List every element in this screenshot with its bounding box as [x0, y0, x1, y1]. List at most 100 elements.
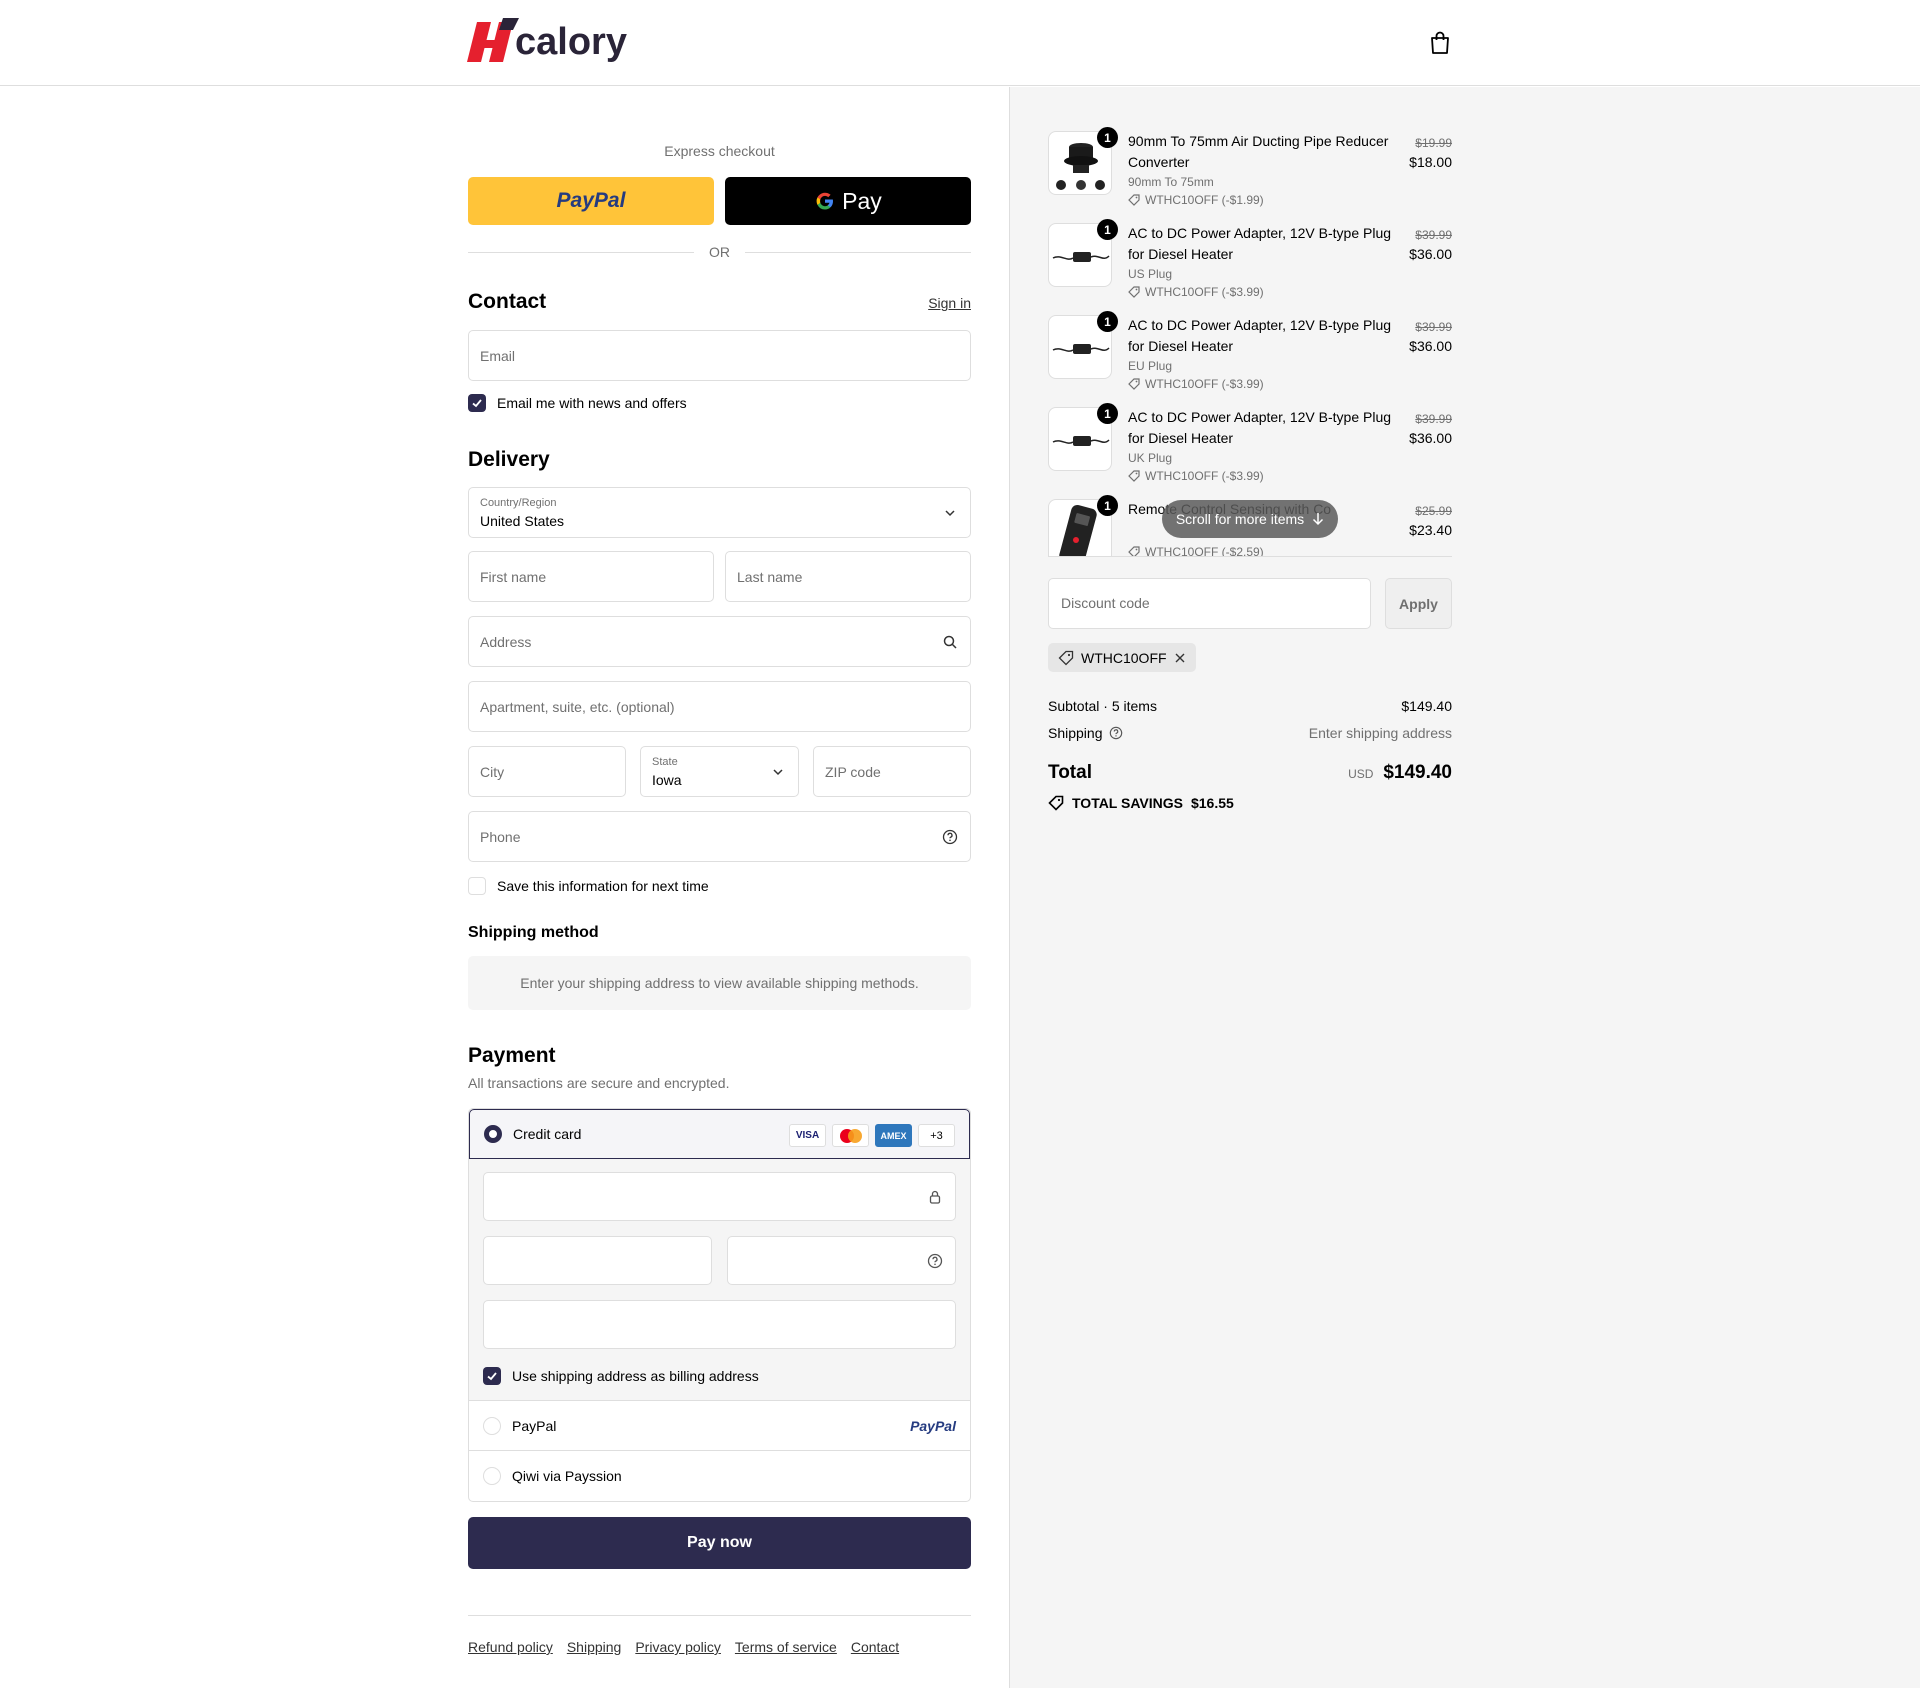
help-circle-icon[interactable] — [942, 829, 958, 845]
news-offers-label: Email me with news and offers — [497, 395, 687, 411]
radio-selected-icon — [484, 1125, 502, 1143]
product-variant: 90mm To 75mm — [1128, 175, 1214, 189]
applied-discount-chip: WTHC10OFF — [1048, 643, 1196, 672]
security-code-field[interactable] — [727, 1236, 956, 1285]
payment-heading: Payment — [468, 1044, 556, 1067]
checkbox-checked-icon — [468, 394, 486, 412]
footer-link-shipping[interactable]: Shipping — [567, 1639, 622, 1655]
brand-logo[interactable]: calory — [467, 18, 627, 66]
savings-value: $16.55 — [1190, 795, 1234, 811]
discounted-price: $23.40 — [1409, 522, 1452, 538]
email-field[interactable]: Email — [468, 330, 971, 381]
shipping-method-note: Enter your shipping address to view avai… — [468, 956, 971, 1010]
line-item: 1 AC to DC Power Adapter, 12V B-type Plu… — [1048, 219, 1452, 311]
product-name: AC to DC Power Adapter, 12V B-type Plug … — [1128, 409, 1392, 446]
scroll-more-button[interactable]: Scroll for more items — [1162, 500, 1338, 538]
address-field[interactable]: Address — [468, 616, 971, 667]
google-pay-label: Pay — [842, 187, 882, 214]
state-label: State — [652, 756, 678, 768]
chevron-down-icon — [773, 768, 783, 775]
chevron-down-icon — [945, 509, 955, 516]
original-price: $25.99 — [1415, 504, 1452, 518]
credit-card-option[interactable]: Credit card VISA AMEX +3 — [469, 1109, 970, 1159]
help-circle-icon[interactable] — [927, 1253, 943, 1269]
paypal-express-button[interactable]: PayPal — [468, 177, 714, 225]
tag-icon — [1058, 650, 1074, 665]
total-savings: TOTAL SAVINGS $16.55 — [1048, 795, 1234, 811]
apartment-field[interactable]: Apartment, suite, etc. (optional) — [468, 681, 971, 732]
news-offers-checkbox[interactable]: Email me with news and offers — [468, 394, 687, 412]
original-price: $39.99 — [1415, 412, 1452, 426]
country-label: Country/Region — [480, 497, 557, 509]
cart-button[interactable] — [1428, 30, 1452, 56]
shipping-row: Shipping Enter shipping address — [1048, 725, 1452, 741]
close-icon[interactable] — [1174, 652, 1186, 664]
product-discount: WTHC10OFF (-$2.59) — [1128, 545, 1264, 556]
product-variant: UK Plug — [1128, 451, 1173, 465]
shopping-bag-icon — [1431, 31, 1449, 54]
google-g-icon — [816, 192, 834, 210]
footer-link-refund-policy[interactable]: Refund policy — [468, 1639, 553, 1655]
express-checkout-label: Express checkout — [664, 143, 775, 159]
city-field[interactable]: City — [468, 746, 626, 797]
state-value: Iowa — [652, 772, 682, 788]
footer-links: Refund policy Shipping Privacy policy Te… — [468, 1639, 899, 1655]
product-discount: WTHC10OFF (-$3.99) — [1128, 469, 1264, 483]
line-items-list[interactable]: 1 90mm To 75mm Air Ducting Pipe Reducer … — [1048, 127, 1452, 557]
qiwi-option-label: Qiwi via Payssion — [512, 1468, 622, 1484]
zip-field[interactable]: ZIP code — [813, 746, 971, 797]
discounted-price: $36.00 — [1409, 430, 1452, 446]
radio-unselected-icon — [483, 1467, 501, 1485]
tag-icon — [1128, 378, 1140, 390]
payment-methods: Credit card VISA AMEX +3 Use shipping ad… — [468, 1108, 971, 1502]
footer-link-privacy-policy[interactable]: Privacy policy — [635, 1639, 721, 1655]
search-icon — [943, 635, 957, 649]
pay-now-button[interactable]: Pay now — [468, 1517, 971, 1569]
paypal-logo-icon: PayPal — [910, 1417, 956, 1434]
original-price: $39.99 — [1415, 228, 1452, 242]
visa-logo-icon: VISA — [789, 1124, 826, 1147]
paypal-logo-text: PayPal — [556, 189, 626, 212]
arrow-down-icon — [1313, 513, 1324, 526]
discounted-price: $18.00 — [1409, 154, 1452, 170]
save-info-checkbox[interactable]: Save this information for next time — [468, 877, 709, 895]
state-select[interactable]: State Iowa — [640, 746, 799, 797]
discount-code-input[interactable]: Discount code — [1048, 578, 1371, 629]
more-cards-badge: +3 — [918, 1124, 955, 1147]
email-placeholder: Email — [480, 347, 516, 364]
footer-link-terms-of-service[interactable]: Terms of service — [735, 1639, 837, 1655]
credit-card-label: Credit card — [513, 1126, 582, 1142]
name-on-card-field[interactable] — [483, 1300, 956, 1349]
zip-placeholder: ZIP code — [825, 763, 881, 780]
subtotal-value: $149.40 — [1401, 698, 1452, 714]
tag-icon — [1128, 286, 1140, 298]
help-circle-icon[interactable] — [1109, 726, 1123, 740]
billing-same-checkbox[interactable]: Use shipping address as billing address — [483, 1367, 759, 1385]
save-info-label: Save this information for next time — [497, 878, 709, 894]
first-name-field[interactable]: First name — [468, 551, 714, 602]
lock-icon — [929, 1190, 941, 1204]
last-name-field[interactable]: Last name — [725, 551, 971, 602]
shipping-label: Shipping — [1048, 725, 1103, 741]
or-divider: OR — [468, 243, 971, 261]
discounted-price: $36.00 — [1409, 338, 1452, 354]
footer-link-contact[interactable]: Contact — [851, 1639, 899, 1655]
card-number-field[interactable] — [483, 1172, 956, 1221]
country-select[interactable]: Country/Region United States — [468, 487, 971, 538]
google-pay-button[interactable]: Pay — [725, 177, 971, 225]
quantity-badge: 1 — [1097, 495, 1118, 516]
discount-code-placeholder: Discount code — [1061, 595, 1150, 611]
header: calory — [0, 0, 1920, 86]
savings-label: TOTAL SAVINGS — [1072, 795, 1183, 811]
qiwi-option[interactable]: Qiwi via Payssion — [469, 1451, 970, 1501]
checkbox-checked-icon — [483, 1367, 501, 1385]
apply-discount-button[interactable]: Apply — [1385, 578, 1452, 629]
expiration-date-field[interactable] — [483, 1236, 712, 1285]
line-item: 1 AC to DC Power Adapter, 12V B-type Plu… — [1048, 403, 1452, 495]
total-label: Total — [1048, 762, 1092, 783]
tag-icon — [1048, 795, 1064, 811]
sign-in-link[interactable]: Sign in — [928, 295, 971, 311]
paypal-option[interactable]: PayPal PayPal — [469, 1401, 970, 1451]
phone-field[interactable]: Phone — [468, 811, 971, 862]
product-discount: WTHC10OFF (-$3.99) — [1128, 377, 1264, 391]
